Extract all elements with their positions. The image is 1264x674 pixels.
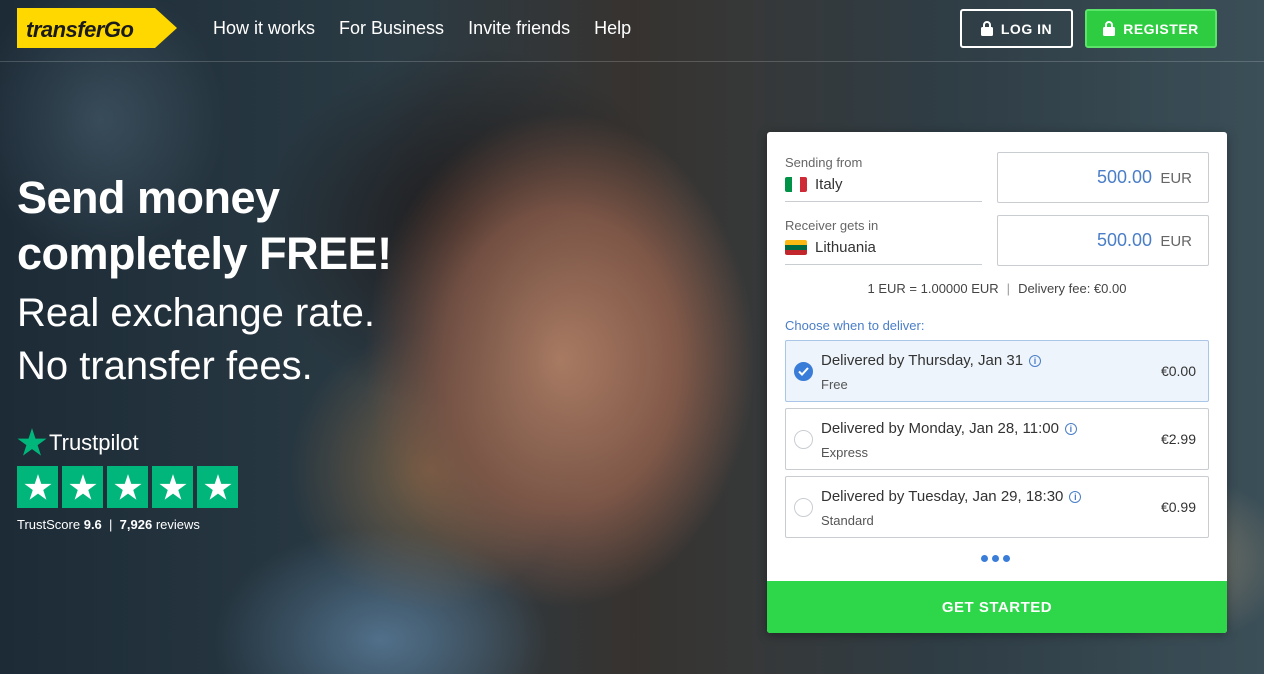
sending-country-select[interactable]: Italy bbox=[785, 176, 843, 193]
sending-country-name: Italy bbox=[815, 176, 843, 193]
delivery-option-price: €2.99 bbox=[1160, 431, 1196, 447]
lock-icon bbox=[980, 21, 993, 36]
headline-line-1: Send money bbox=[17, 172, 280, 223]
delivery-option-title: Delivered by Thursday, Jan 31 i bbox=[821, 352, 1042, 369]
trustscore-label: TrustScore bbox=[17, 517, 81, 532]
login-button[interactable]: LOG IN bbox=[960, 9, 1073, 48]
delivery-option-price: €0.00 bbox=[1160, 363, 1196, 379]
receiver-amount-input[interactable]: 500.00 EUR bbox=[997, 215, 1209, 266]
trustpilot-star-icon bbox=[17, 428, 47, 456]
nav-help[interactable]: Help bbox=[594, 18, 631, 39]
delivery-option-free[interactable]: Delivered by Thursday, Jan 31 i Free €0.… bbox=[785, 340, 1209, 402]
main-nav: How it works For Business Invite friends… bbox=[213, 18, 631, 39]
sending-amount-input[interactable]: 500.00 EUR bbox=[997, 152, 1209, 203]
logo-text: transferGo bbox=[26, 17, 134, 42]
delivery-option-title-text: Delivered by Thursday, Jan 31 bbox=[821, 352, 1024, 369]
nav-for-business[interactable]: For Business bbox=[339, 18, 444, 39]
sending-amount-value: 500.00 bbox=[1096, 167, 1152, 187]
deliver-options-title: Choose when to deliver: bbox=[785, 318, 925, 333]
sending-currency: EUR bbox=[1160, 170, 1192, 187]
register-label: REGISTER bbox=[1123, 20, 1199, 37]
delivery-option-title: Delivered by Monday, Jan 28, 11:00 i bbox=[821, 420, 1077, 437]
hero-headline: Send money completely FREE! bbox=[17, 170, 392, 282]
transfergo-logo[interactable]: transferGo bbox=[17, 8, 177, 48]
trustpilot-logo[interactable]: Trustpilot bbox=[17, 428, 139, 457]
nav-how-it-works[interactable]: How it works bbox=[213, 18, 315, 39]
trustpilot-brand: Trustpilot bbox=[49, 429, 139, 455]
trustpilot-score: TrustScore 9.6 | 7,926 reviews bbox=[17, 517, 200, 532]
checkmark-icon bbox=[798, 367, 809, 376]
rate-and-fee: 1 EUR = 1.00000 EUR | Delivery fee: €0.00 bbox=[767, 281, 1227, 296]
login-label: LOG IN bbox=[1000, 20, 1053, 37]
reviews-label: reviews bbox=[155, 517, 200, 532]
delivery-fee: Delivery fee: €0.00 bbox=[1018, 281, 1127, 296]
transfer-calculator-card: Sending from Italy 500.00 EUR Receiver g… bbox=[767, 132, 1227, 633]
rating-star-icon bbox=[197, 466, 238, 508]
sending-from-label: Sending from bbox=[785, 155, 863, 170]
info-icon[interactable]: i bbox=[1064, 422, 1077, 435]
get-started-button[interactable]: GET STARTED bbox=[767, 581, 1227, 633]
receiver-amount-value: 500.00 bbox=[1096, 230, 1152, 250]
hero-subline: Real exchange rate. No transfer fees. bbox=[17, 287, 375, 393]
delivery-option-standard[interactable]: Delivered by Tuesday, Jan 29, 18:30 i St… bbox=[785, 476, 1209, 538]
trustscore-value: 9.6 bbox=[83, 517, 102, 532]
sending-field-underline bbox=[785, 201, 982, 202]
score-separator: | bbox=[105, 517, 117, 532]
rating-star-icon bbox=[152, 466, 193, 508]
receiver-country-name: Lithuania bbox=[815, 239, 876, 256]
radio-unchecked-icon[interactable] bbox=[794, 498, 813, 517]
subline-line-1: Real exchange rate. bbox=[17, 291, 376, 335]
headline-line-2: completely FREE! bbox=[17, 228, 392, 279]
subline-line-2: No transfer fees. bbox=[17, 344, 313, 388]
register-button[interactable]: REGISTER bbox=[1085, 9, 1217, 48]
lithuania-flag-icon bbox=[785, 240, 807, 255]
receiver-country-select[interactable]: Lithuania bbox=[785, 239, 876, 256]
delivery-option-title-text: Delivered by Tuesday, Jan 29, 18:30 bbox=[821, 488, 1064, 505]
rating-star-icon bbox=[17, 466, 58, 508]
radio-checked-icon[interactable] bbox=[794, 362, 813, 381]
rating-star-icon bbox=[62, 466, 103, 508]
site-header: transferGo How it works For Business Inv… bbox=[0, 0, 1264, 62]
delivery-option-title-text: Delivered by Monday, Jan 28, 11:00 bbox=[821, 420, 1059, 437]
rate-separator: | bbox=[1006, 281, 1011, 296]
receiver-currency: EUR bbox=[1160, 233, 1192, 250]
review-count: 7,926 bbox=[119, 517, 153, 532]
italy-flag-icon bbox=[785, 177, 807, 192]
more-options-dots-icon[interactable] bbox=[981, 555, 1010, 562]
delivery-option-title: Delivered by Tuesday, Jan 29, 18:30 i bbox=[821, 488, 1082, 505]
receiver-field-underline bbox=[785, 264, 982, 265]
radio-unchecked-icon[interactable] bbox=[794, 430, 813, 449]
rating-star-icon bbox=[107, 466, 148, 508]
trustpilot-rating-stars bbox=[17, 466, 238, 508]
delivery-option-price: €0.99 bbox=[1160, 499, 1196, 515]
info-icon[interactable]: i bbox=[1029, 354, 1042, 367]
delivery-option-type: Free bbox=[821, 377, 848, 392]
delivery-option-type: Express bbox=[821, 445, 868, 460]
info-icon[interactable]: i bbox=[1069, 490, 1082, 503]
delivery-option-type: Standard bbox=[821, 513, 874, 528]
lock-icon bbox=[1103, 21, 1116, 36]
exchange-rate: 1 EUR = 1.00000 EUR bbox=[867, 281, 999, 296]
receiver-gets-label: Receiver gets in bbox=[785, 218, 879, 233]
nav-invite-friends[interactable]: Invite friends bbox=[468, 18, 570, 39]
delivery-option-express[interactable]: Delivered by Monday, Jan 28, 11:00 i Exp… bbox=[785, 408, 1209, 470]
